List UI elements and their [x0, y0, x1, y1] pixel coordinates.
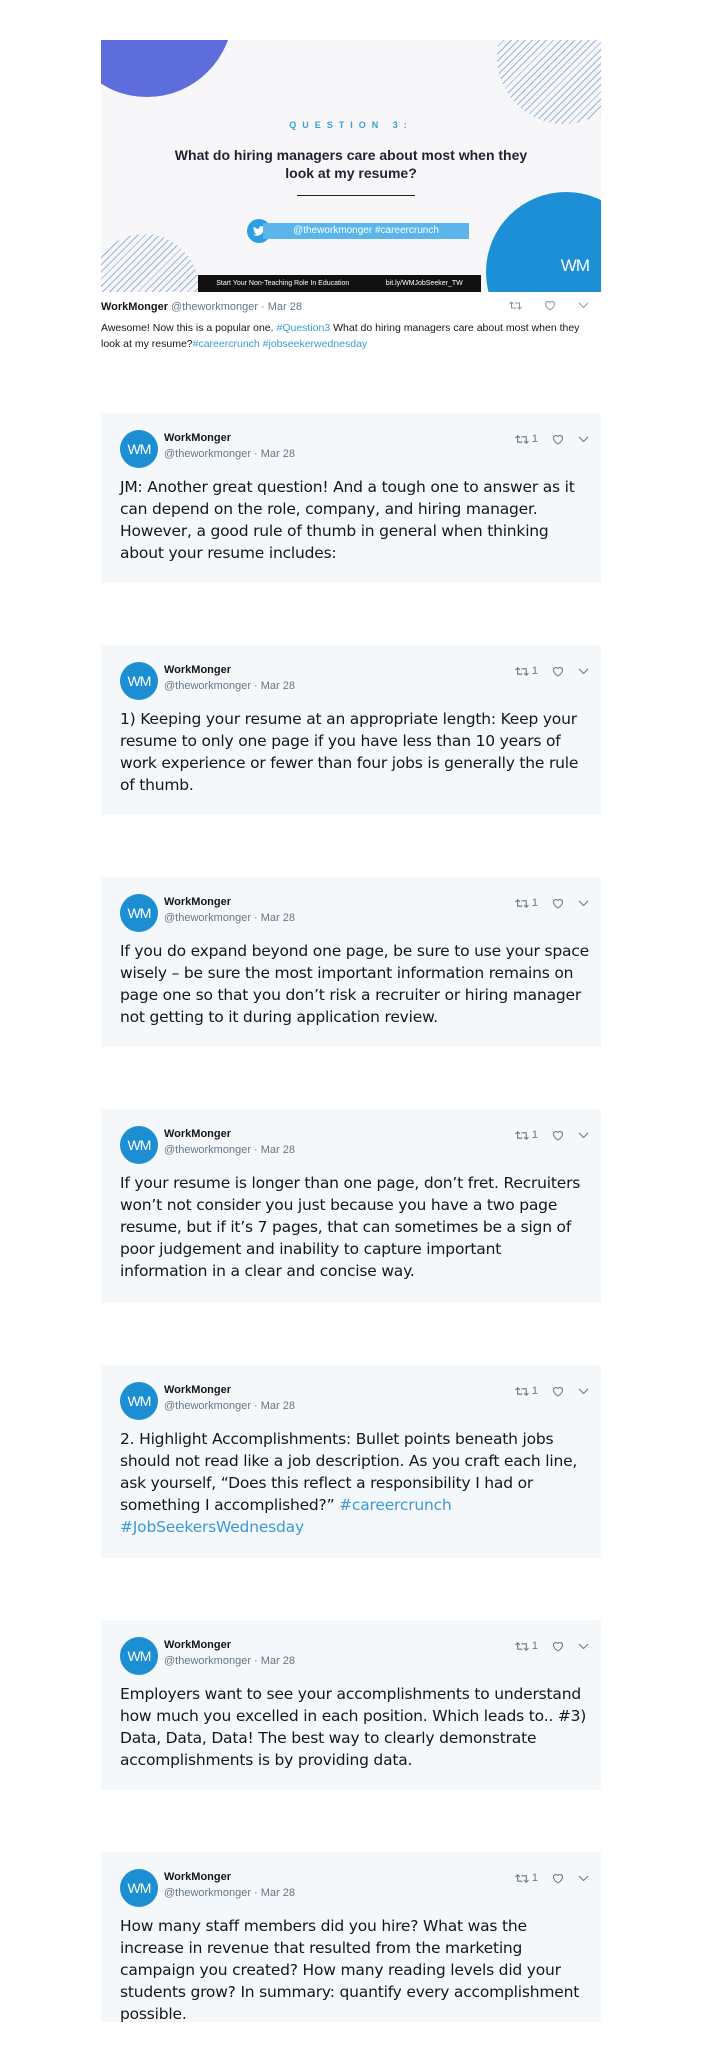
retweet-icon[interactable]: [515, 898, 529, 909]
tweet-text: Employers want to see your accomplishmen…: [120, 1685, 587, 1769]
retweet-icon[interactable]: [515, 1386, 529, 1397]
chevron-down-icon[interactable]: [578, 302, 589, 309]
author-name[interactable]: WorkMonger: [164, 1871, 231, 1883]
retweet-icon[interactable]: [509, 300, 522, 311]
tweet-text: If you do expand beyond one page, be sur…: [120, 942, 589, 1026]
hashtag-link[interactable]: #Question3: [276, 322, 330, 334]
first-tweet-text: Awesome! Now this is a popular one. #Que…: [101, 320, 601, 352]
footer-tagline: Start Your Non-Teaching Role In Educatio…: [216, 280, 350, 287]
graphic-footer-bar: Start Your Non-Teaching Role In Educatio…: [198, 275, 481, 292]
like-icon[interactable]: [552, 1386, 564, 1397]
hashtag-link[interactable]: #careercrunch: [339, 1496, 452, 1514]
avatar[interactable]: WM: [120, 662, 158, 700]
retweet-icon[interactable]: [515, 1641, 529, 1652]
tweet-date[interactable]: · Mar 28: [261, 301, 302, 313]
author-handle[interactable]: @theworkmonger · Mar 28: [164, 448, 295, 460]
like-icon[interactable]: [552, 1641, 564, 1652]
like-icon[interactable]: [552, 1873, 564, 1884]
retweet-icon[interactable]: [515, 666, 529, 677]
chevron-down-icon[interactable]: [578, 436, 589, 443]
retweet-count: 1: [531, 1640, 538, 1652]
question-title: What do hiring managers care about most …: [174, 147, 528, 181]
author-handle[interactable]: @theworkmonger: [171, 301, 258, 313]
retweet-count: 1: [531, 1872, 538, 1884]
author-name[interactable]: WorkMonger: [101, 301, 168, 313]
author-handle[interactable]: @theworkmonger · Mar 28: [164, 1887, 295, 1899]
author-handle[interactable]: @theworkmonger · Mar 28: [164, 1144, 295, 1156]
retweet-count: 1: [531, 1385, 538, 1397]
tweet-card[interactable]: WM WorkMonger @theworkmonger · Mar 28 1 …: [101, 877, 601, 1047]
tweet-card[interactable]: WM WorkMonger @theworkmonger · Mar 28 1 …: [101, 1852, 601, 2023]
author-name[interactable]: WorkMonger: [164, 1639, 231, 1651]
like-icon[interactable]: [552, 666, 564, 677]
hashtag-link[interactable]: #jobseekerwednesday: [263, 338, 368, 350]
tweet-card[interactable]: WM WorkMonger @theworkmonger · Mar 28 1 …: [101, 413, 601, 583]
retweet-icon[interactable]: [515, 1130, 529, 1141]
decor-circle-teal: [486, 192, 601, 292]
like-icon[interactable]: [544, 300, 556, 311]
handle-hashtag-pill: @theworkmonger #careercrunch: [263, 223, 469, 239]
decor-circle-hatched: [101, 234, 199, 292]
hashtag-link[interactable]: #JobSeekersWednesday: [120, 1518, 304, 1536]
chevron-down-icon[interactable]: [578, 668, 589, 675]
author-name[interactable]: WorkMonger: [164, 664, 231, 676]
first-tweet-header: WorkMonger @theworkmonger · Mar 28: [101, 298, 601, 316]
hashtag-link[interactable]: #careercrunch: [193, 338, 260, 350]
tweet-card[interactable]: WM WorkMonger @theworkmonger · Mar 28 1 …: [101, 645, 601, 815]
like-icon[interactable]: [552, 1130, 564, 1141]
retweet-count: 1: [531, 433, 538, 445]
retweet-count: 1: [531, 897, 538, 909]
author-handle[interactable]: @theworkmonger · Mar 28: [164, 1655, 295, 1667]
workmonger-logo: WM: [560, 256, 590, 275]
retweet-icon[interactable]: [515, 1873, 529, 1884]
tweet-text: If your resume is longer than one page, …: [120, 1174, 581, 1280]
chevron-down-icon[interactable]: [578, 1875, 589, 1882]
like-icon[interactable]: [552, 434, 564, 445]
avatar[interactable]: WM: [120, 430, 158, 468]
avatar[interactable]: WM: [120, 1382, 158, 1420]
tweet-card[interactable]: WM WorkMonger @theworkmonger · Mar 28 1 …: [101, 1109, 601, 1303]
chevron-down-icon[interactable]: [578, 1132, 589, 1139]
author-name[interactable]: WorkMonger: [164, 896, 231, 908]
tweet-text: How many staff members did you hire? Wha…: [120, 1917, 580, 2023]
author-handle[interactable]: @theworkmonger · Mar 28: [164, 1400, 295, 1412]
tweet-text-segment: Awesome! Now this is a popular one.: [101, 322, 277, 334]
divider: [297, 195, 415, 196]
like-icon[interactable]: [552, 898, 564, 909]
author-name[interactable]: WorkMonger: [164, 1384, 231, 1396]
tweet-card[interactable]: WM WorkMonger @theworkmonger · Mar 28 1 …: [101, 1620, 601, 1790]
author-handle[interactable]: @theworkmonger · Mar 28: [164, 912, 295, 924]
avatar[interactable]: WM: [120, 1126, 158, 1164]
retweet-count: 1: [531, 1129, 538, 1141]
chevron-down-icon[interactable]: [578, 1388, 589, 1395]
avatar[interactable]: WM: [120, 1637, 158, 1675]
avatar[interactable]: WM: [120, 894, 158, 932]
retweet-count: 1: [531, 665, 538, 677]
tweet-text: 2. Highlight Accomplishments: Bullet poi…: [120, 1428, 590, 1538]
author-handle[interactable]: @theworkmonger · Mar 28: [164, 680, 295, 692]
chevron-down-icon[interactable]: [578, 900, 589, 907]
decor-circle-hatched: [497, 40, 601, 124]
tweet-image-graphic[interactable]: WM QUESTION 3: What do hiring managers c…: [101, 40, 601, 292]
author-name[interactable]: WorkMonger: [164, 432, 231, 444]
tweet-card[interactable]: WM WorkMonger @theworkmonger · Mar 28 1 …: [101, 1365, 601, 1558]
tweet-text: JM: Another great question! And a tough …: [120, 478, 575, 562]
retweet-icon[interactable]: [515, 434, 529, 445]
chevron-down-icon[interactable]: [578, 1643, 589, 1650]
question-label: QUESTION 3:: [289, 120, 413, 130]
avatar[interactable]: WM: [120, 1869, 158, 1907]
footer-link: bit.ly/WMJobSeeker_TW: [385, 280, 463, 287]
author-name[interactable]: WorkMonger: [164, 1128, 231, 1140]
decor-circle-blue: [101, 40, 233, 97]
tweet-text: 1) Keeping your resume at an appropriate…: [120, 710, 579, 794]
